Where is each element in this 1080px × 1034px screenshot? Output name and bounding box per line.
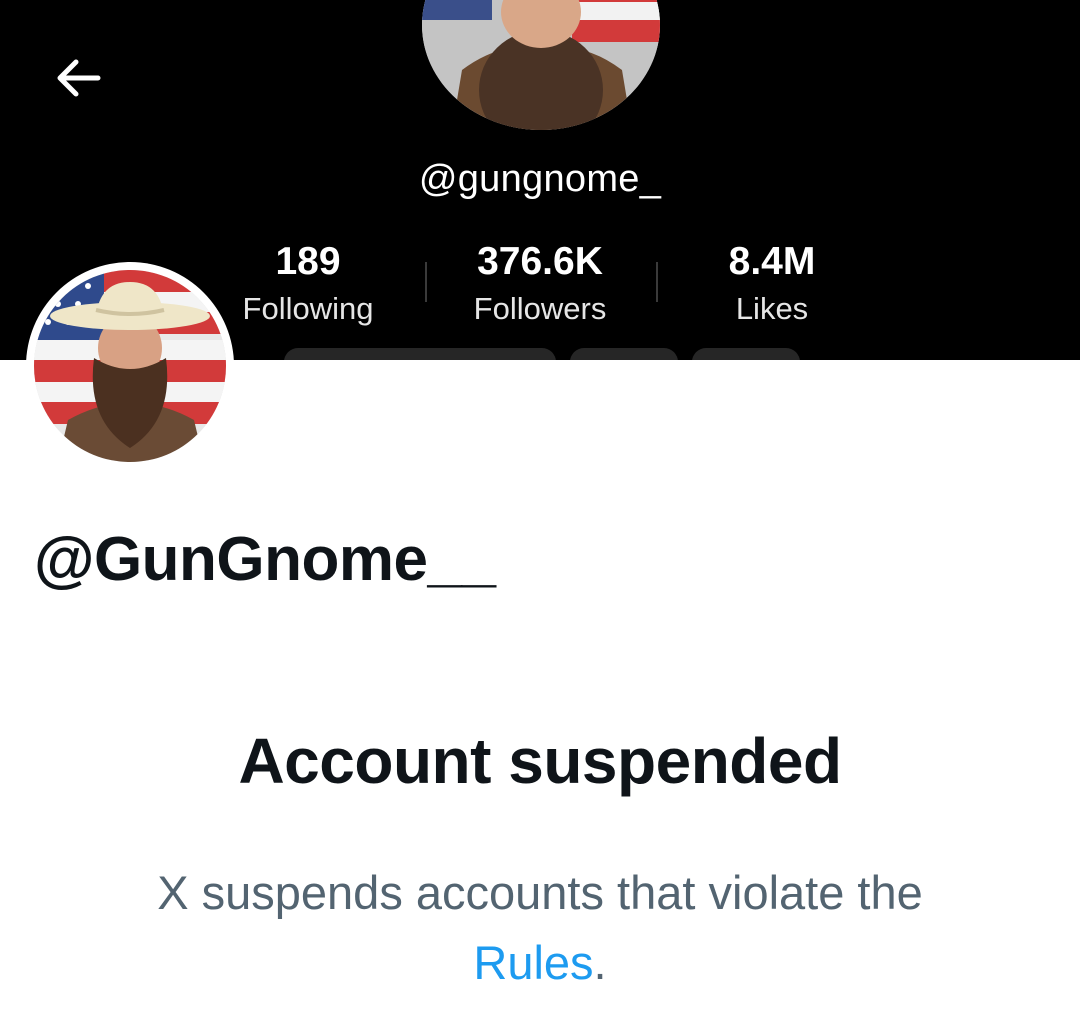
stat-likes-value: 8.4M — [728, 240, 816, 283]
tiktok-profile-photo — [422, 0, 660, 130]
stat-following-label: Following — [242, 291, 374, 326]
stat-divider — [656, 262, 658, 302]
suspended-title: Account suspended — [238, 725, 842, 797]
stat-divider — [425, 262, 427, 302]
suspended-message-text: X suspends accounts that violate the — [157, 866, 923, 919]
banner-button-placeholder — [692, 348, 800, 360]
stat-followers: 376.6K Followers — [430, 236, 650, 330]
tiktok-handle: @gungnome_ — [418, 158, 662, 200]
banner-button-placeholder — [570, 348, 678, 360]
rules-link[interactable]: Rules — [473, 936, 593, 989]
stat-following-value: 189 — [275, 240, 341, 283]
stat-likes: 8.4M Likes — [662, 236, 882, 330]
stat-following: 189 Following — [198, 236, 418, 330]
profile-handle: @GunGnome__ — [34, 525, 496, 594]
back-button[interactable] — [48, 52, 108, 104]
stat-likes-label: Likes — [735, 291, 809, 326]
suspended-message: X suspends accounts that violate the Rul… — [100, 858, 980, 998]
banner-button-placeholder — [284, 348, 556, 360]
suspended-message-period: . — [593, 936, 607, 989]
stat-followers-label: Followers — [473, 291, 607, 326]
stat-followers-value: 376.6K — [477, 240, 603, 283]
avatar — [34, 270, 226, 462]
profile-avatar[interactable] — [26, 262, 234, 470]
arrow-left-icon — [57, 59, 101, 97]
